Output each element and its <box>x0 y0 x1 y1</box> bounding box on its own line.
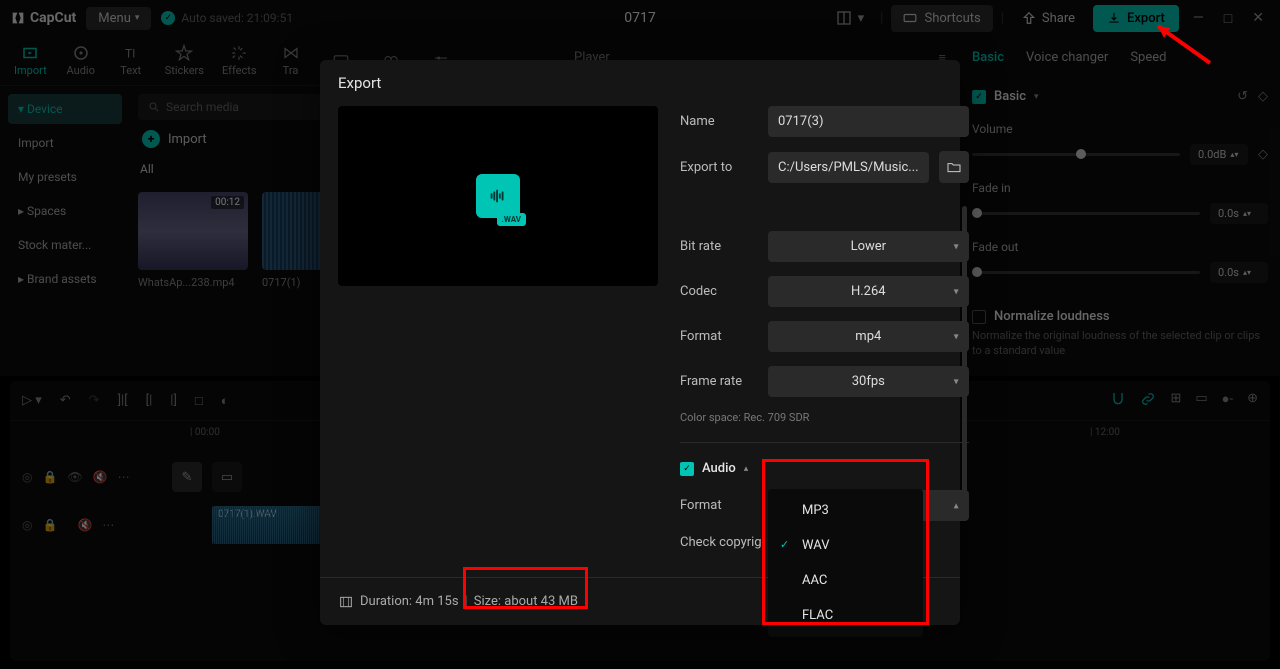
audio-checkbox[interactable]: ✓ <box>680 462 694 476</box>
dropdown-option-wav[interactable]: WAV <box>768 528 923 563</box>
export-name-input[interactable] <box>768 106 969 137</box>
duration-text: Duration: 4m 15s <box>360 594 459 609</box>
framerate-select[interactable]: 30fps▾ <box>768 366 969 397</box>
dropdown-option-aac[interactable]: AAC <box>768 563 923 598</box>
export-path[interactable]: C:/Users/PMLS/Music... <box>768 152 929 183</box>
bitrate-select[interactable]: Lower▾ <box>768 231 969 262</box>
modal-title: Export <box>320 60 960 106</box>
export-preview: .WAV <box>338 106 658 286</box>
dropdown-option-mp3[interactable]: MP3 <box>768 493 923 528</box>
dropdown-option-flac[interactable]: FLAC <box>768 598 923 633</box>
browse-folder-button[interactable] <box>939 151 969 183</box>
codec-select[interactable]: H.264▾ <box>768 276 969 307</box>
color-space-note: Color space: Rec. 709 SDR <box>680 411 969 424</box>
wav-file-icon: .WAV <box>476 174 520 218</box>
video-format-select[interactable]: mp4▾ <box>768 321 969 352</box>
audio-format-dropdown: MP3 WAV AAC FLAC <box>768 489 923 637</box>
size-text: Size: about 43 MB <box>474 594 578 609</box>
film-icon <box>338 594 354 610</box>
